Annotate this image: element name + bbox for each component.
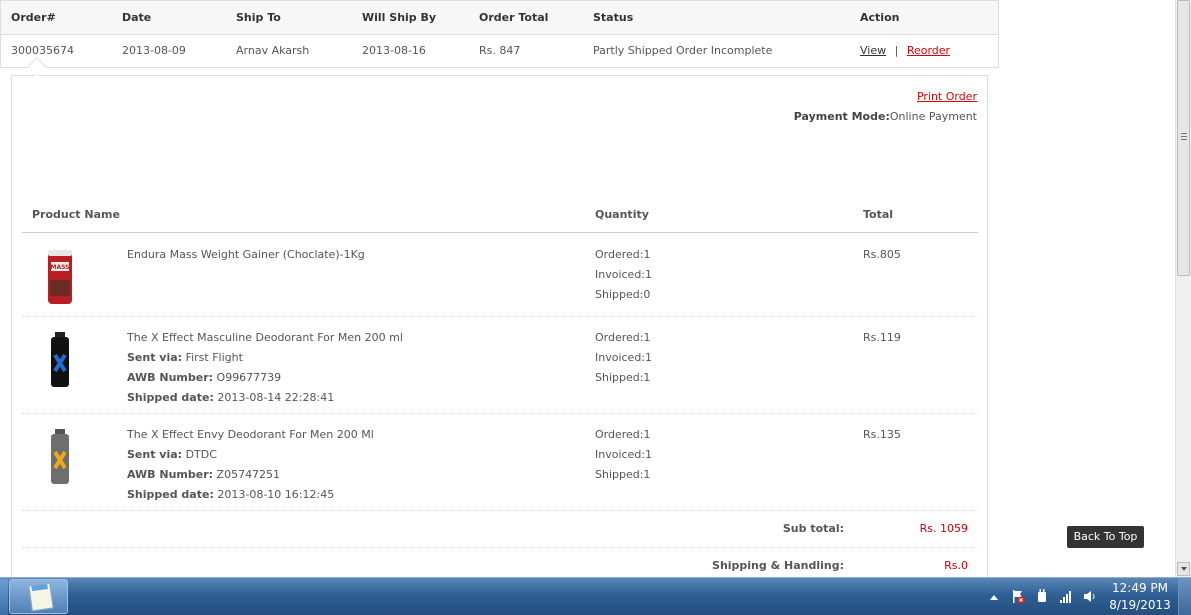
product-image-masculine-deodorant[interactable]	[46, 331, 74, 389]
product-quantity: Ordered:1 Invoiced:1 Shipped:0	[595, 245, 652, 305]
order-number: 300035674	[11, 44, 74, 57]
product-name[interactable]: The X Effect Envy Deodorant For Men 200 …	[127, 425, 374, 445]
product-total: Rs.135	[863, 428, 901, 441]
order-row: 300035674 2013-08-09 Arnav Akarsh 2013-0…	[1, 35, 998, 67]
qty-ordered: Ordered:1	[595, 428, 651, 441]
shipped-date: Shipped date: 2013-08-10 16:12:45	[127, 488, 335, 501]
payment-mode-value: Online Payment	[889, 110, 977, 123]
taskbar: 12:49 PM 8/19/2013	[0, 577, 1191, 615]
awb-number: AWB Number: O99677739	[127, 371, 282, 384]
system-clock[interactable]: 12:49 PM 8/19/2013	[1108, 580, 1172, 614]
qty-shipped: Shipped:1	[595, 468, 651, 481]
qty-shipped: Shipped:0	[595, 288, 651, 301]
product-total: Rs.805	[863, 248, 901, 261]
order-table: Order# Date Ship To Will Ship By Order T…	[0, 0, 999, 68]
reorder-link[interactable]: Reorder	[907, 44, 950, 57]
start-button[interactable]	[0, 579, 8, 615]
order-detail-panel: Print Order Payment Mode:Online Payment …	[11, 75, 988, 577]
taskbar-app-notepad[interactable]	[9, 579, 68, 614]
scrollbar-thumb[interactable]	[1177, 0, 1190, 276]
header-order-total: Order Total	[479, 11, 549, 24]
product-image-envy-deodorant[interactable]	[46, 428, 74, 486]
qty-ordered: Ordered:1	[595, 248, 651, 261]
awb-number: AWB Number: Z05747251	[127, 468, 281, 481]
header-total: Total	[863, 208, 894, 221]
action-separator: |	[894, 44, 899, 57]
show-hidden-icons-icon[interactable]	[990, 595, 998, 600]
payment-mode: Payment Mode:Online Payment	[794, 110, 977, 123]
order-actions: View | Reorder	[860, 44, 950, 57]
notepad-icon	[28, 582, 54, 612]
product-row: The X Effect Envy Deodorant For Men 200 …	[22, 414, 978, 511]
product-info: The X Effect Masculine Deodorant For Men…	[127, 328, 403, 408]
product-total: Rs.119	[863, 331, 901, 344]
svg-text:MASS: MASS	[51, 264, 70, 271]
action-center-flag-icon[interactable]	[1011, 589, 1025, 604]
clock-time: 12:49 PM	[1112, 581, 1168, 595]
order-status: Partly Shipped Order Incomplete	[593, 44, 773, 57]
header-order-no: Order#	[11, 11, 56, 24]
qty-invoiced: Invoiced:1	[595, 268, 653, 281]
header-ship-to: Ship To	[236, 11, 281, 24]
vertical-scrollbar[interactable]	[1175, 0, 1191, 577]
product-row: The X Effect Masculine Deodorant For Men…	[22, 317, 978, 414]
product-info: The X Effect Envy Deodorant For Men 200 …	[127, 425, 374, 505]
qty-invoiced: Invoiced:1	[595, 351, 653, 364]
qty-ordered: Ordered:1	[595, 331, 651, 344]
product-image-mass-gainer[interactable]: MASS	[46, 248, 74, 306]
print-order-link[interactable]: Print Order	[917, 90, 977, 103]
shipped-date: Shipped date: 2013-08-14 22:28:41	[127, 391, 335, 404]
clock-date: 8/19/2013	[1109, 598, 1171, 612]
qty-shipped: Shipped:1	[595, 371, 651, 384]
volume-icon[interactable]	[1083, 589, 1097, 604]
header-quantity: Quantity	[595, 208, 649, 221]
product-row: MASS Endura Mass Weight Gainer (Choclate…	[22, 234, 978, 317]
show-desktop-button[interactable]	[1178, 578, 1191, 615]
shipping-value: Rs.0	[944, 559, 968, 572]
header-action: Action	[860, 11, 900, 24]
scrollbar-grip-icon	[1181, 133, 1187, 140]
app-window: Order# Date Ship To Will Ship By Order T…	[0, 0, 1191, 577]
payment-mode-label: Payment Mode:	[793, 110, 890, 123]
view-link[interactable]: View	[860, 44, 886, 57]
subtotal-row: Sub total: Rs. 1059	[22, 511, 978, 548]
sent-via: Sent via: DTDC	[127, 448, 217, 461]
header-product-name: Product Name	[32, 208, 120, 221]
header-status: Status	[593, 11, 634, 24]
sent-via: Sent via: First Flight	[127, 351, 243, 364]
qty-invoiced: Invoiced:1	[595, 448, 653, 461]
product-quantity: Ordered:1 Invoiced:1 Shipped:1	[595, 328, 652, 388]
order-will-ship-by: 2013-08-16	[362, 44, 426, 57]
product-table-header: Product Name Quantity Total	[22, 200, 978, 233]
power-plug-icon[interactable]	[1035, 589, 1049, 604]
header-will-ship-by: Will Ship By	[362, 11, 437, 24]
product-name[interactable]: The X Effect Masculine Deodorant For Men…	[127, 328, 403, 348]
shipping-label: Shipping & Handling:	[712, 559, 844, 572]
order-ship-to: Arnav Akarsh	[236, 44, 310, 57]
product-name[interactable]: Endura Mass Weight Gainer (Choclate)-1Kg	[127, 245, 365, 265]
header-date: Date	[122, 11, 152, 24]
product-info: Endura Mass Weight Gainer (Choclate)-1Kg	[127, 245, 365, 265]
subtotal-label: Sub total:	[782, 522, 844, 535]
scroll-down-arrow-icon[interactable]	[1177, 562, 1190, 576]
product-quantity: Ordered:1 Invoiced:1 Shipped:1	[595, 425, 652, 485]
shipping-row: Shipping & Handling: Rs.0	[22, 548, 978, 577]
order-table-header: Order# Date Ship To Will Ship By Order T…	[1, 1, 998, 35]
subtotal-value: Rs. 1059	[919, 522, 968, 535]
order-total: Rs. 847	[479, 44, 521, 57]
back-to-top-button[interactable]: Back To Top	[1067, 526, 1144, 548]
network-signal-icon[interactable]	[1059, 589, 1073, 604]
order-date: 2013-08-09	[122, 44, 186, 57]
